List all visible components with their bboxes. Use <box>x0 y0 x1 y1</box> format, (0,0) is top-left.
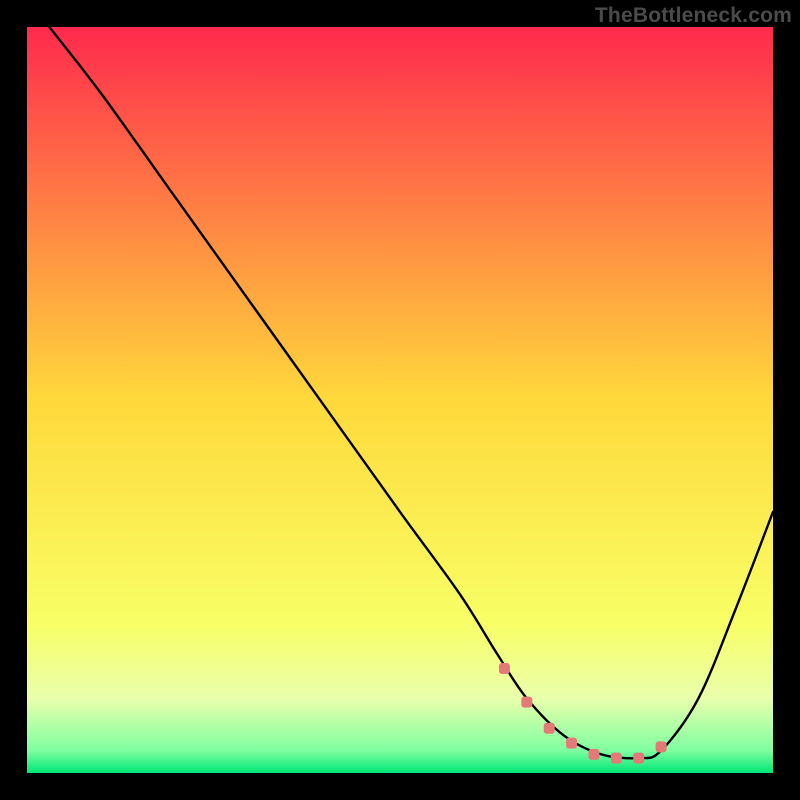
chart-svg <box>27 27 773 773</box>
marker-point <box>633 753 644 764</box>
watermark-text: TheBottleneck.com <box>595 4 792 28</box>
marker-point <box>499 663 510 674</box>
marker-point <box>656 741 667 752</box>
chart-background <box>27 27 773 773</box>
marker-point <box>588 749 599 760</box>
plot-area <box>27 27 773 773</box>
marker-point <box>544 723 555 734</box>
marker-point <box>521 697 532 708</box>
marker-point <box>566 738 577 749</box>
marker-point <box>611 753 622 764</box>
chart-frame: TheBottleneck.com <box>0 0 800 800</box>
